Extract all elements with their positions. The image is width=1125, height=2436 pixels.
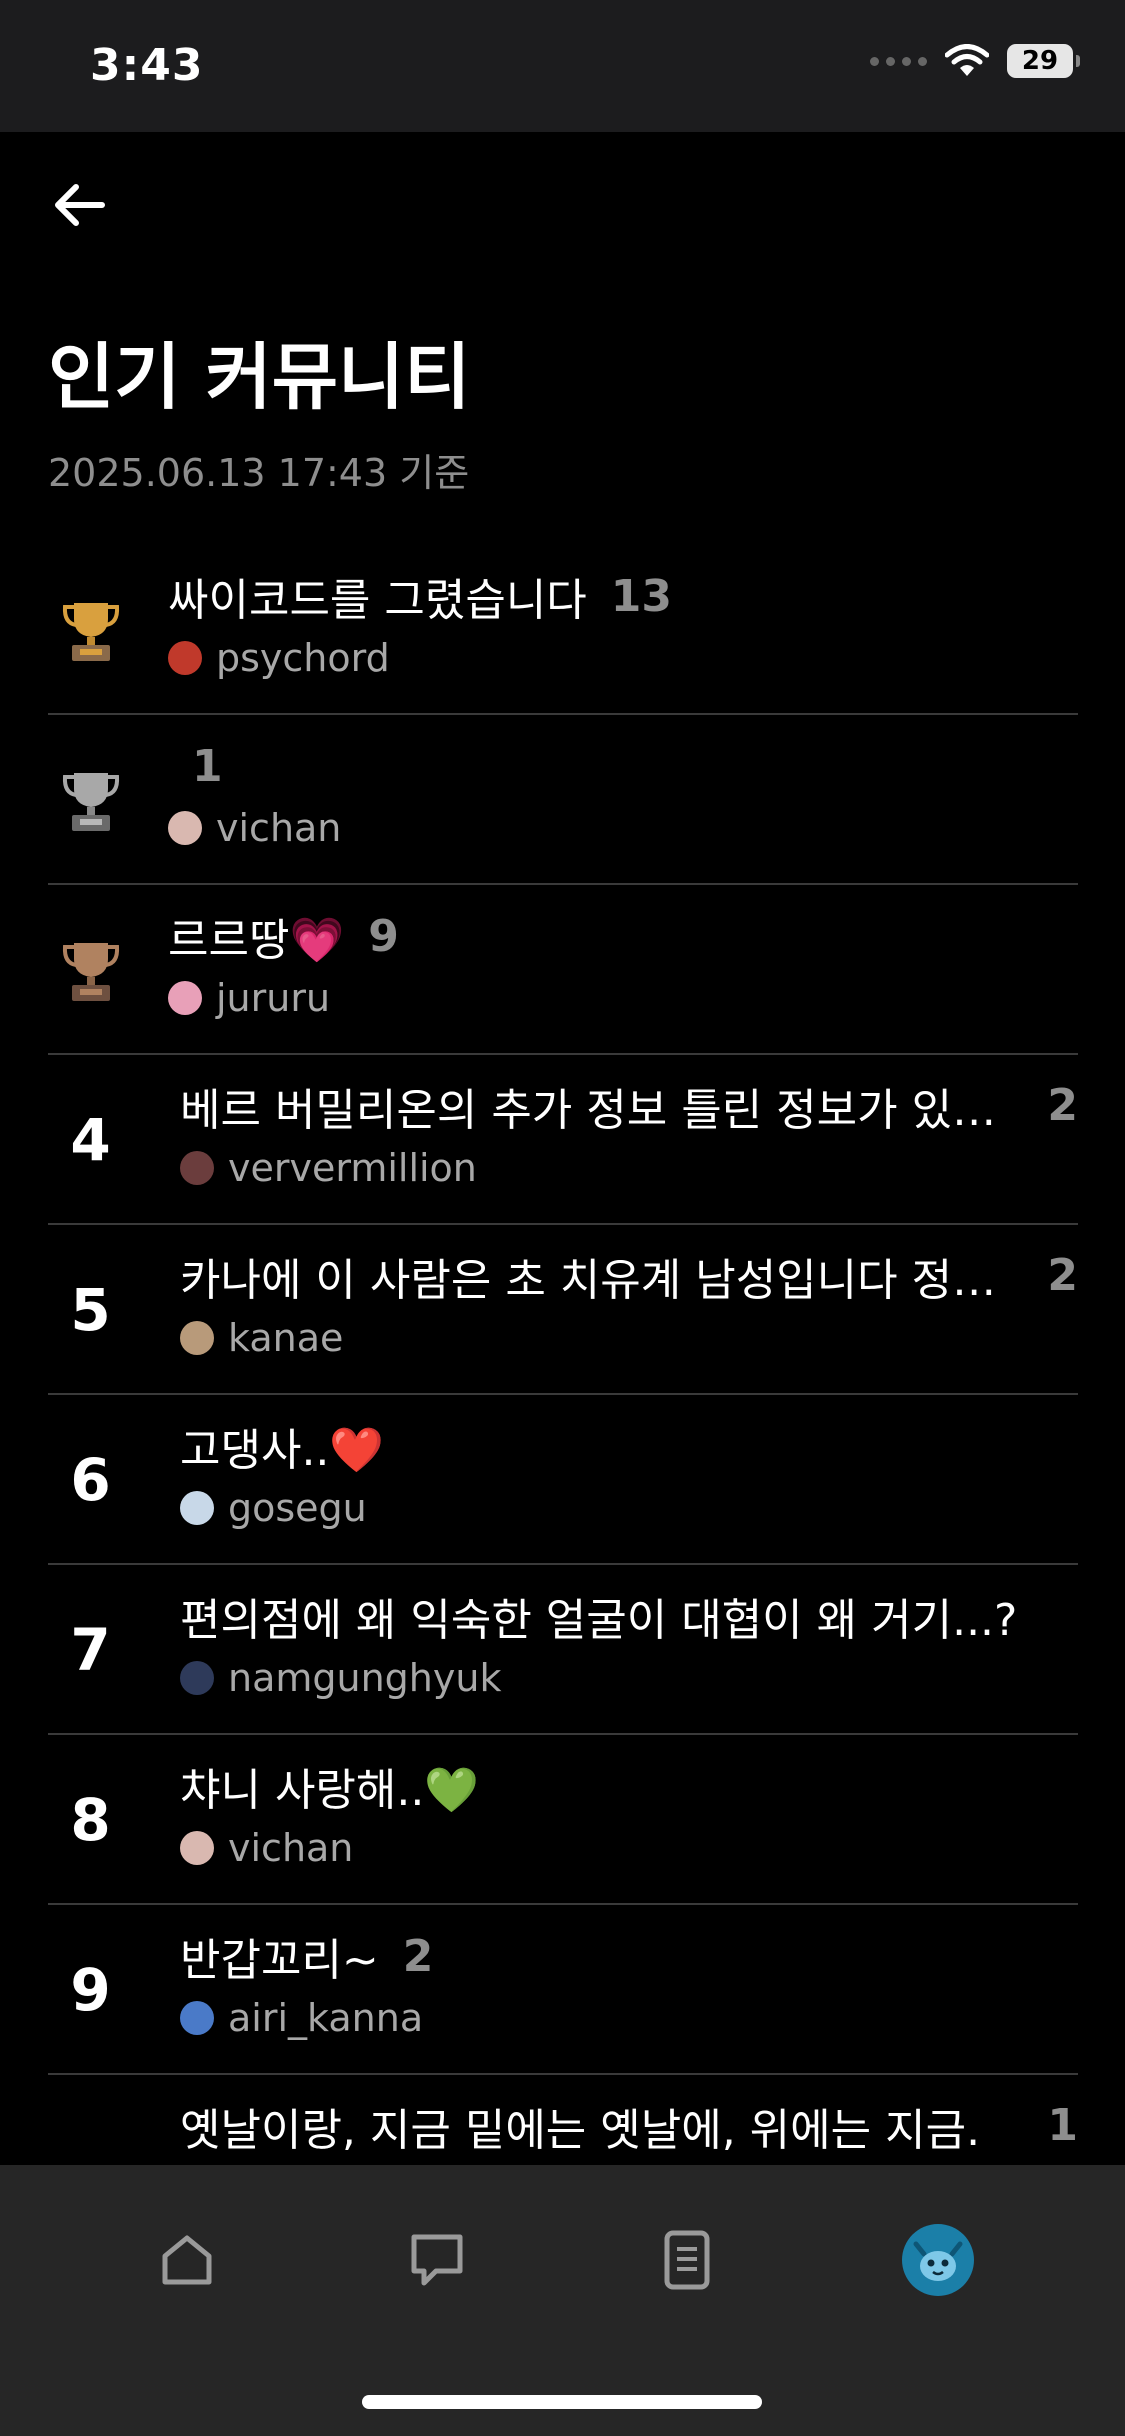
bronze-trophy-icon [62, 943, 119, 1001]
post-content: 싸이코드를 그렸습니다 13 psychord [168, 565, 1078, 687]
back-button[interactable] [50, 175, 120, 235]
avatar [168, 641, 202, 675]
author-name: vichan [228, 1826, 354, 1870]
comment-count: 2 [1047, 1080, 1078, 1131]
post-title: 챠니 사랑해..💚 [180, 1765, 480, 1816]
avatar [168, 981, 202, 1015]
author-name: ververmillion [228, 1146, 477, 1190]
rank-number: 4 [70, 1106, 111, 1174]
author-name: jururu [216, 976, 331, 1020]
comment-count: 1 [1047, 2100, 1078, 2151]
list-item[interactable]: 르르땅💗 9 jururu [48, 885, 1078, 1055]
tab-profile[interactable] [893, 2215, 983, 2305]
rank-number: 6 [70, 1446, 111, 1514]
list-item[interactable]: 7 편의점에 왜 익숙한 얼굴이 대협이 왜 거기...? namgunghyu… [48, 1565, 1078, 1735]
list-item[interactable]: 9 반갑꼬리~ 2 airi_kanna [48, 1905, 1078, 2075]
post-title: 카나에 이 사람은 초 치유계 남성입니다 정말로 [180, 1255, 1000, 1306]
rank-number: 7 [70, 1616, 111, 1684]
home-icon [162, 2235, 212, 2285]
post-title: 편의점에 왜 익숙한 얼굴이 대협이 왜 거기...? [180, 1595, 1018, 1646]
tab-documents[interactable] [642, 2215, 732, 2305]
list-item[interactable]: 싸이코드를 그렸습니다 13 psychord [48, 545, 1078, 715]
status-time: 3:43 [90, 40, 204, 91]
chat-icon [411, 2234, 463, 2286]
author-name: airi_kanna [228, 1996, 424, 2040]
avatar [180, 1491, 214, 1525]
rank-badge [48, 885, 133, 1055]
list-item[interactable]: 8 챠니 사랑해..💚 vichan [48, 1735, 1078, 1905]
post-content: 챠니 사랑해..💚 vichan [180, 1755, 1078, 1877]
list-item[interactable]: 10 옛날이랑, 지금 밑에는 옛날에, 위에는 지금. 1 [48, 2075, 1078, 2165]
tab-chat[interactable] [392, 2215, 482, 2305]
post-content: 편의점에 왜 익숙한 얼굴이 대협이 왜 거기...? namgunghyuk [180, 1585, 1078, 1707]
post-title: 옛날이랑, 지금 밑에는 옛날에, 위에는 지금. [180, 2105, 981, 2156]
avatar [168, 811, 202, 845]
avatar [180, 1321, 214, 1355]
post-content: 르르땅💗 9 jururu [168, 905, 1078, 1027]
timestamp-label: 2025.06.13 17:43 기준 [48, 451, 470, 495]
profile-avatar [902, 2224, 974, 2296]
rank-badge [48, 715, 133, 885]
list-item[interactable]: 6 고댕사..❤️ gosegu [48, 1395, 1078, 1565]
author-name: namgunghyuk [228, 1656, 502, 1700]
silver-trophy-icon [62, 773, 119, 831]
post-title: 반갑꼬리~ [180, 1935, 379, 1986]
comment-count: 2 [1047, 1250, 1078, 1301]
tab-home[interactable] [142, 2215, 232, 2305]
author-name: gosegu [228, 1486, 367, 1530]
post-content: 1 vichan [168, 735, 1078, 857]
ranking-list: 싸이코드를 그렸습니다 13 psychord 1 vichan 르르땅💗 9 … [48, 545, 1078, 2165]
arrow-left-icon [55, 184, 105, 226]
list-item[interactable]: 4 베르 버밀리온의 추가 정보 틀린 정보가 있는 것 같아요 2 verve… [48, 1055, 1078, 1225]
cellular-signal-icon [870, 56, 927, 66]
avatar [180, 1151, 214, 1185]
list-item[interactable]: 5 카나에 이 사람은 초 치유계 남성입니다 정말로 2 kanae [48, 1225, 1078, 1395]
rank-number: 10 [48, 2075, 133, 2165]
home-indicator [362, 2395, 762, 2409]
rank-number: 9 [70, 1956, 111, 2024]
post-content: 옛날이랑, 지금 밑에는 옛날에, 위에는 지금. 1 [180, 2095, 1078, 2157]
comment-count: 9 [368, 910, 399, 962]
document-icon [664, 2230, 710, 2290]
comment-count: 2 [402, 1930, 434, 1982]
avatar [180, 2001, 214, 2035]
post-title: 르르땅💗 [168, 915, 345, 966]
rank-number: 5 [70, 1276, 111, 1344]
author-name: psychord [216, 636, 390, 680]
post-content: 고댕사..❤️ gosegu [180, 1415, 1078, 1537]
battery-indicator: 29 [1007, 44, 1080, 78]
gold-trophy-icon [62, 603, 119, 661]
comment-count: 13 [610, 570, 673, 622]
page-title: 인기 커뮤니티 [48, 335, 471, 419]
post-content: 반갑꼬리~ 2 airi_kanna [180, 1925, 1078, 2047]
status-icons: 29 [870, 44, 1080, 78]
post-content: 베르 버밀리온의 추가 정보 틀린 정보가 있는 것 같아요 2 ververm… [180, 1075, 1078, 1197]
post-title: 싸이코드를 그렸습니다 [168, 575, 587, 626]
rank-badge [48, 545, 133, 715]
comment-count: 1 [192, 740, 223, 792]
avatar [180, 1831, 214, 1865]
author-name: kanae [228, 1316, 344, 1360]
post-title: 베르 버밀리온의 추가 정보 틀린 정보가 있는 것 같아요 [180, 1085, 1000, 1136]
rank-number: 8 [70, 1786, 111, 1854]
list-item[interactable]: 1 vichan [48, 715, 1078, 885]
author-name: vichan [216, 806, 342, 850]
avatar [180, 1661, 214, 1695]
post-title: 고댕사..❤️ [180, 1425, 385, 1476]
post-content: 카나에 이 사람은 초 치유계 남성입니다 정말로 2 kanae [180, 1245, 1078, 1367]
status-bar: 3:43 29 [0, 0, 1125, 132]
wifi-icon [945, 44, 989, 76]
